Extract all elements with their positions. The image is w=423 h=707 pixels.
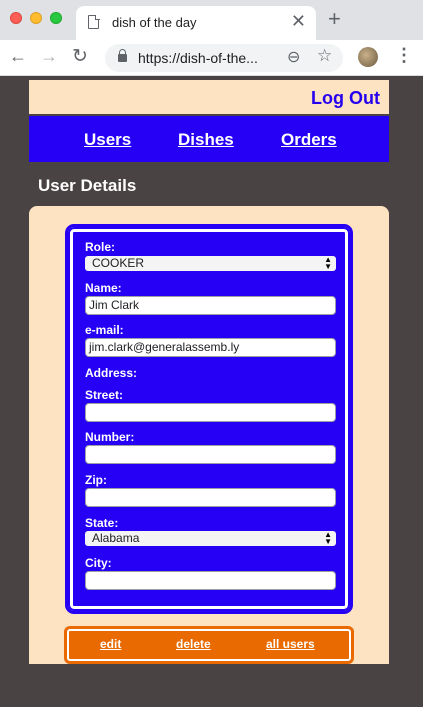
tab-title: dish of the day bbox=[112, 15, 197, 30]
close-tab-icon[interactable]: ✕ bbox=[291, 11, 306, 32]
nav-dishes-link[interactable]: Dishes bbox=[178, 130, 234, 150]
forward-icon[interactable]: → bbox=[40, 46, 58, 67]
role-select-value: COOKER bbox=[92, 256, 145, 270]
nav-orders-link[interactable]: Orders bbox=[281, 130, 337, 150]
select-arrows-icon: ▲ ▼ bbox=[324, 530, 332, 546]
address-label: Address: bbox=[85, 366, 138, 380]
email-label: e-mail: bbox=[85, 323, 124, 337]
nav-users-link[interactable]: Users bbox=[84, 130, 131, 150]
content-panel: Role: COOKER ▲ ▼ Name: Jim Clark e-mail: … bbox=[29, 206, 389, 664]
all-users-link[interactable]: all users bbox=[266, 637, 315, 651]
url-text[interactable]: https://dish-of-the... bbox=[138, 50, 258, 66]
user-details-form: Role: COOKER ▲ ▼ Name: Jim Clark e-mail: … bbox=[65, 224, 353, 614]
profile-avatar[interactable] bbox=[358, 47, 378, 67]
main-nav: Users Dishes Orders bbox=[29, 116, 389, 162]
state-select[interactable]: Alabama ▲ ▼ bbox=[85, 531, 336, 546]
email-field[interactable]: jim.clark@generalassemb.ly bbox=[85, 338, 336, 357]
delete-link[interactable]: delete bbox=[176, 637, 211, 651]
lock-icon[interactable] bbox=[118, 49, 127, 62]
back-icon[interactable]: ← bbox=[9, 46, 27, 67]
bookmark-star-icon[interactable]: ☆ bbox=[317, 46, 332, 66]
state-label: State: bbox=[85, 516, 119, 530]
zip-label: Zip: bbox=[85, 473, 107, 487]
action-bar: edit delete all users bbox=[64, 626, 354, 664]
page-icon bbox=[88, 14, 100, 29]
city-label: City: bbox=[85, 556, 112, 570]
zoom-icon[interactable]: ⊖ bbox=[287, 47, 300, 67]
browser-menu-icon[interactable]: ⋮ bbox=[395, 45, 413, 66]
top-header: Log Out bbox=[29, 80, 389, 114]
name-label: Name: bbox=[85, 281, 122, 295]
browser-toolbar: ← → ↻ https://dish-of-the... ⊖ ☆ ⋮ bbox=[0, 40, 423, 76]
street-label: Street: bbox=[85, 388, 124, 402]
browser-tab[interactable]: dish of the day ✕ bbox=[76, 6, 316, 40]
close-window-button[interactable] bbox=[10, 12, 22, 24]
name-field[interactable]: Jim Clark bbox=[85, 296, 336, 315]
select-arrows-icon: ▲ ▼ bbox=[324, 255, 332, 271]
maximize-window-button[interactable] bbox=[50, 12, 62, 24]
zip-field[interactable] bbox=[85, 488, 336, 507]
minimize-window-button[interactable] bbox=[30, 12, 42, 24]
address-bar[interactable]: https://dish-of-the... ⊖ ☆ bbox=[105, 44, 343, 72]
page-title: User Details bbox=[38, 176, 137, 195]
role-select[interactable]: COOKER ▲ ▼ bbox=[85, 256, 336, 271]
edit-link[interactable]: edit bbox=[100, 637, 121, 651]
city-field[interactable] bbox=[85, 571, 336, 590]
new-tab-icon[interactable]: + bbox=[328, 6, 341, 32]
number-label: Number: bbox=[85, 430, 135, 444]
app-page: Log Out Users Dishes Orders User Details… bbox=[29, 80, 389, 664]
role-label: Role: bbox=[85, 240, 115, 254]
street-field[interactable] bbox=[85, 403, 336, 422]
state-select-value: Alabama bbox=[92, 531, 140, 545]
logout-link[interactable]: Log Out bbox=[311, 88, 380, 109]
reload-icon[interactable]: ↻ bbox=[72, 45, 88, 68]
browser-titlebar: dish of the day ✕ + bbox=[0, 0, 423, 40]
number-field[interactable] bbox=[85, 445, 336, 464]
